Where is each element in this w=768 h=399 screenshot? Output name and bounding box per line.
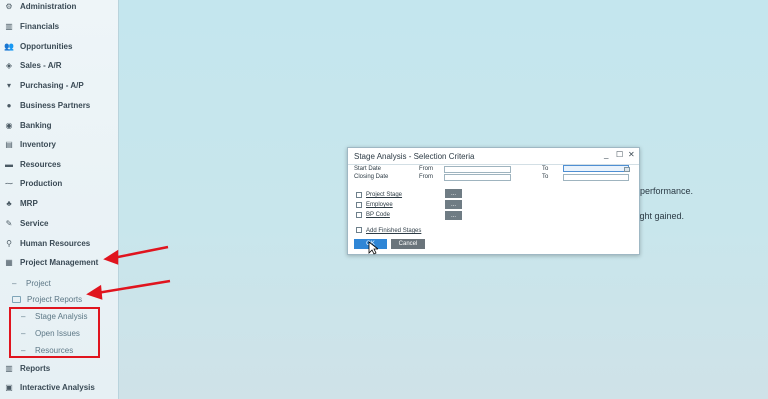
bp-code-browse-button[interactable]: ... — [445, 211, 462, 220]
closing-date-label: Closing Date — [354, 174, 389, 180]
closing-date-to-input[interactable] — [563, 174, 629, 181]
closing-to-label: To — [542, 174, 549, 180]
project-stage-checkbox[interactable] — [356, 192, 362, 198]
maximize-icon[interactable]: ☐ — [616, 150, 623, 159]
start-date-label: Start Date — [354, 166, 382, 172]
dialog-title: Stage Analysis - Selection Criteria — [354, 152, 475, 161]
closing-date-from-input[interactable] — [444, 174, 511, 181]
employee-checkbox[interactable] — [356, 202, 362, 208]
start-from-label: From — [419, 166, 433, 172]
employee-label: Employee — [366, 202, 393, 208]
add-finished-stages-checkbox[interactable] — [356, 227, 362, 233]
project-stage-label: Project Stage — [366, 192, 403, 198]
calendar-icon[interactable] — [624, 167, 630, 172]
arrow-to-project-reports — [86, 279, 171, 300]
bp-code-label: BP Code — [366, 212, 390, 218]
mouse-cursor-icon — [368, 241, 378, 255]
cancel-button[interactable]: Cancel — [391, 239, 425, 249]
close-icon[interactable]: ✕ — [628, 150, 635, 159]
add-finished-stages-label: Add Finished Stages — [366, 228, 422, 234]
start-to-label: To — [542, 166, 549, 172]
start-date-from-input[interactable] — [444, 166, 511, 173]
stage-analysis-dialog: Stage Analysis - Selection Criteria _ ☐ … — [347, 147, 640, 255]
closing-from-label: From — [419, 174, 433, 180]
bp-code-checkbox[interactable] — [356, 212, 362, 218]
arrow-to-project-management — [103, 245, 169, 265]
employee-browse-button[interactable]: ... — [445, 200, 462, 209]
minimize-icon[interactable]: _ — [604, 150, 608, 159]
project-stage-browse-button[interactable]: ... — [445, 189, 462, 198]
start-date-to-input[interactable] — [563, 165, 629, 172]
